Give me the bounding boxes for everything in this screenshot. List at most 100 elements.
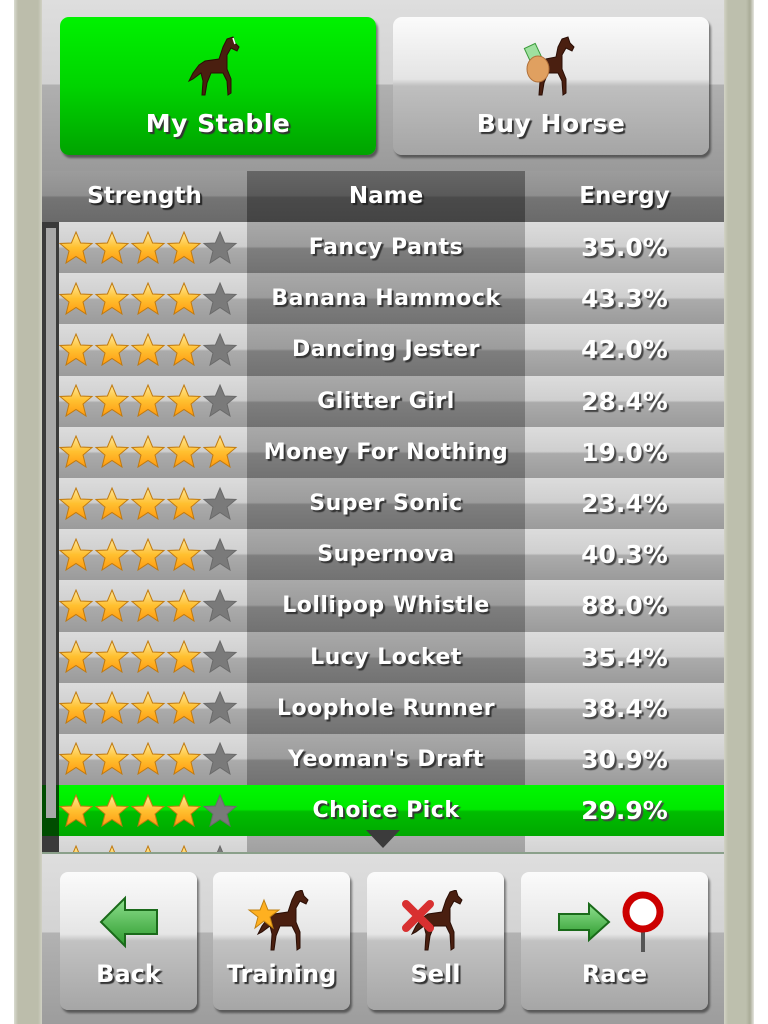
star-filled-icon xyxy=(58,332,94,367)
star-filled-icon xyxy=(166,537,202,571)
star-empty-icon xyxy=(202,793,238,827)
horse-name: Dancing Jester xyxy=(247,324,525,376)
star-filled-icon xyxy=(166,588,202,623)
star-filled-icon xyxy=(94,486,130,520)
horse-row[interactable]: Yeoman's Draft 30.9% xyxy=(42,733,724,786)
star-filled-icon xyxy=(94,742,130,776)
star-filled-icon xyxy=(166,690,202,725)
star-filled-icon xyxy=(130,588,166,623)
star-filled-icon xyxy=(166,281,202,315)
strength-rating xyxy=(58,375,247,427)
star-filled-icon xyxy=(94,230,130,264)
horse-name: Yeoman's Draft xyxy=(247,733,525,786)
device-frame-right xyxy=(724,0,754,1024)
star-filled-icon xyxy=(202,435,238,469)
table-header: Strength Name Energy xyxy=(42,171,724,222)
star-filled-icon xyxy=(94,793,130,827)
back-button[interactable]: Back xyxy=(60,872,197,1010)
star-filled-icon xyxy=(130,332,166,367)
star-filled-icon xyxy=(58,435,94,469)
star-filled-icon xyxy=(130,742,166,776)
strength-rating xyxy=(58,426,247,478)
device-frame-left xyxy=(14,0,42,1024)
horse-energy: 40.3% xyxy=(525,529,724,581)
star-empty-icon xyxy=(202,690,238,725)
horse-list[interactable]: Fancy Pants 35.0% Banana Hammock 43.3% Danci… xyxy=(42,222,724,852)
star-filled-icon xyxy=(58,486,94,520)
star-filled-icon xyxy=(130,281,166,315)
star-empty-icon xyxy=(202,230,238,264)
star-filled-icon xyxy=(94,690,130,725)
horse-energy: 30.9% xyxy=(525,733,724,786)
training-icon xyxy=(247,890,309,951)
buy-horse-icon xyxy=(523,36,575,96)
horse-energy: 29.9% xyxy=(525,785,724,837)
horse-name: Glitter Girl xyxy=(247,375,525,427)
star-filled-icon xyxy=(130,690,166,725)
buy-horse-tab[interactable]: Buy Horse xyxy=(393,17,709,155)
row-gutter xyxy=(42,836,59,852)
selection-caret-icon xyxy=(366,830,400,848)
column-header-energy[interactable]: Energy xyxy=(525,171,724,222)
star-filled-icon xyxy=(58,690,94,725)
horse-row[interactable]: Money For Nothing 19.0% xyxy=(42,426,724,478)
strength-rating xyxy=(58,733,247,786)
strength-rating xyxy=(58,682,247,734)
my-stable-tab[interactable]: My Stable xyxy=(60,17,376,155)
star-filled-icon xyxy=(94,383,130,418)
star-filled-icon xyxy=(130,793,166,827)
star-empty-icon xyxy=(216,844,224,852)
star-filled-icon xyxy=(166,383,202,418)
sell-icon xyxy=(401,890,463,951)
horse-row[interactable]: Choice Pick 29.9% xyxy=(42,785,724,837)
horse-row[interactable]: Loophole Runner 38.4% xyxy=(42,682,724,734)
star-filled-icon xyxy=(130,486,166,520)
star-filled-icon xyxy=(58,537,94,571)
sell-button[interactable]: Sell xyxy=(367,872,504,1010)
star-filled-icon xyxy=(108,844,116,852)
race-icon xyxy=(557,891,663,952)
star-filled-icon xyxy=(94,639,130,674)
stable-screen: My Stable Buy Horse Strength Name Energy… xyxy=(42,0,724,1024)
horse-row[interactable]: Fancy Pants 35.0% xyxy=(42,222,724,274)
star-empty-icon xyxy=(202,588,238,623)
horse-row[interactable]: Lollipop Whistle 88.0% xyxy=(42,580,724,632)
column-header-strength[interactable]: Strength xyxy=(42,171,247,222)
horse-energy: 88.0% xyxy=(525,580,724,632)
horse-row[interactable]: Banana Hammock 43.3% xyxy=(42,273,724,325)
star-empty-icon xyxy=(202,639,238,674)
star-filled-icon xyxy=(166,742,202,776)
horse-row[interactable]: Lucy Locket 35.4% xyxy=(42,631,724,683)
race-button[interactable]: Race xyxy=(521,872,708,1010)
star-filled-icon xyxy=(94,588,130,623)
column-header-name[interactable]: Name xyxy=(247,171,525,222)
horse-row[interactable]: Supernova 40.3% xyxy=(42,529,724,581)
horse-row[interactable]: Dancing Jester 42.0% xyxy=(42,324,724,376)
horse-icon xyxy=(187,36,240,96)
scrollbar[interactable] xyxy=(46,228,56,818)
horse-row[interactable]: Glitter Girl 28.4% xyxy=(42,375,724,427)
horse-name: Lollipop Whistle xyxy=(247,580,525,632)
race-label: Race xyxy=(581,960,648,988)
star-filled-icon xyxy=(94,435,130,469)
star-filled-icon xyxy=(166,486,202,520)
horse-row[interactable]: Super Sonic 23.4% xyxy=(42,477,724,530)
horse-energy: 35.4% xyxy=(525,631,724,683)
strength-rating xyxy=(58,477,247,530)
star-filled-icon xyxy=(144,844,152,852)
star-filled-icon xyxy=(166,332,202,367)
star-filled-icon xyxy=(58,383,94,418)
horse-name: Loophole Runner xyxy=(247,682,525,734)
star-filled-icon xyxy=(58,281,94,315)
star-empty-icon xyxy=(202,742,238,776)
star-filled-icon xyxy=(130,435,166,469)
strength-rating xyxy=(58,580,247,632)
star-filled-icon xyxy=(180,844,188,852)
training-button[interactable]: Training xyxy=(213,872,350,1010)
strength-rating xyxy=(58,529,247,581)
strength-rating xyxy=(59,836,247,852)
horse-energy: 23.4% xyxy=(525,477,724,530)
star-filled-icon xyxy=(166,230,202,264)
sell-label: Sell xyxy=(410,960,461,988)
star-filled-icon xyxy=(58,588,94,623)
